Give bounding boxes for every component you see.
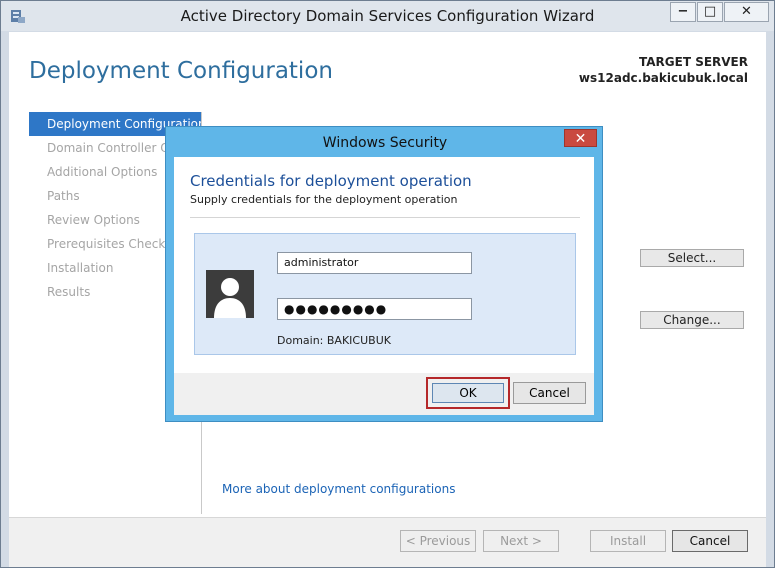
password-input[interactable]: ●●●●●●●●● [277, 298, 472, 320]
install-button[interactable]: Install [590, 530, 666, 552]
select-button[interactable]: Select... [640, 249, 744, 267]
title-bar[interactable]: Active Directory Domain Services Configu… [1, 1, 774, 31]
ok-highlight: OK [426, 377, 510, 409]
user-avatar-icon [206, 270, 254, 318]
maximize-button[interactable]: □ [697, 2, 723, 22]
change-button[interactable]: Change... [640, 311, 744, 329]
credential-tile: administrator ●●●●●●●●● Domain: BAKICUBU… [194, 233, 576, 355]
username-input[interactable]: administrator [277, 252, 472, 274]
target-server-value: ws12adc.bakicubuk.local [578, 71, 748, 85]
dialog-divider [190, 217, 580, 218]
close-icon: ✕ [741, 4, 752, 19]
domain-label: Domain: BAKICUBUK [277, 334, 391, 347]
page-title: Deployment Configuration [29, 58, 333, 84]
windows-security-dialog: Windows Security ✕ Credentials for deplo… [165, 126, 603, 422]
dialog-heading: Credentials for deployment operation [190, 172, 472, 190]
dialog-cancel-button[interactable]: Cancel [513, 382, 586, 404]
dialog-footer: OK Cancel [174, 373, 594, 415]
minimize-icon: − [677, 4, 689, 19]
window-close-button[interactable]: ✕ [724, 2, 769, 22]
previous-button[interactable]: < Previous [400, 530, 476, 552]
dialog-title: Windows Security [322, 135, 448, 151]
ok-button[interactable]: OK [432, 383, 504, 403]
close-icon: ✕ [574, 131, 587, 147]
minimize-button[interactable]: − [670, 2, 696, 22]
window-title: Active Directory Domain Services Configu… [180, 7, 595, 25]
wizard-footer: < Previous Next > Install Cancel [9, 517, 766, 567]
dialog-body: Credentials for deployment operation Sup… [174, 157, 594, 373]
maximize-icon: □ [703, 4, 717, 19]
target-server-label: TARGET SERVER [639, 55, 748, 69]
more-about-link[interactable]: More about deployment configurations [222, 482, 455, 496]
next-button[interactable]: Next > [483, 530, 559, 552]
dialog-close-button[interactable]: ✕ [564, 129, 597, 147]
cancel-button[interactable]: Cancel [672, 530, 748, 552]
dialog-subheading: Supply credentials for the deployment op… [190, 193, 458, 206]
